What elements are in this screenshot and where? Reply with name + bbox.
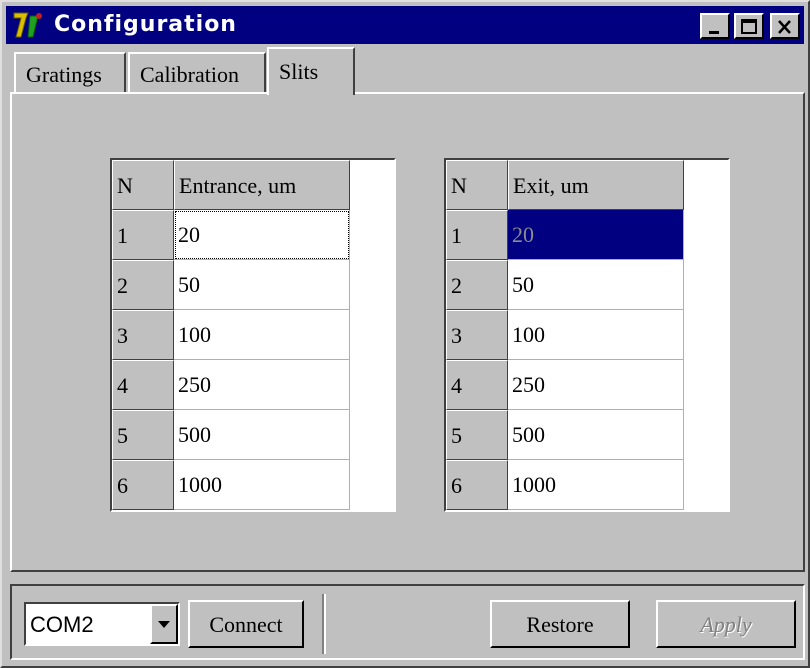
entrance-value-cell[interactable]: 50 bbox=[174, 260, 350, 310]
row-number: 5 bbox=[112, 410, 174, 460]
row-number: 6 bbox=[446, 460, 508, 510]
row-number: 6 bbox=[112, 460, 174, 510]
row-number: 3 bbox=[112, 310, 174, 360]
row-number: 3 bbox=[446, 310, 508, 360]
column-header-n[interactable]: N bbox=[112, 160, 174, 210]
row-number: 2 bbox=[112, 260, 174, 310]
exit-value-cell[interactable]: 100 bbox=[508, 310, 684, 360]
tab-slits[interactable]: Slits bbox=[267, 47, 355, 95]
app-icon bbox=[13, 12, 42, 38]
exit-value-cell[interactable]: 250 bbox=[508, 360, 684, 410]
row-number: 4 bbox=[112, 360, 174, 410]
minimize-icon bbox=[709, 31, 719, 34]
row-number: 1 bbox=[446, 210, 508, 260]
entrance-value-cell[interactable]: 250 bbox=[174, 360, 350, 410]
maximize-icon bbox=[741, 19, 757, 34]
exit-value-cell[interactable]: 1000 bbox=[508, 460, 684, 510]
row-number: 1 bbox=[112, 210, 174, 260]
restore-button[interactable]: Restore bbox=[490, 600, 630, 648]
apply-button[interactable]: Apply bbox=[656, 600, 796, 648]
exit-value-cell[interactable]: 20 bbox=[508, 210, 684, 260]
port-select[interactable]: COM2 bbox=[24, 602, 180, 646]
port-select-value: COM2 bbox=[30, 612, 94, 637]
configuration-window: Configuration Gratings Calibration Slits… bbox=[0, 0, 810, 668]
row-number: 5 bbox=[446, 410, 508, 460]
entrance-value-cell[interactable]: 500 bbox=[174, 410, 350, 460]
toolbar-separator bbox=[322, 594, 326, 654]
exit-grid[interactable]: N Exit, um 1 20 2 50 3 100 4 250 5 500 6… bbox=[444, 158, 730, 512]
entrance-value-cell[interactable]: 1000 bbox=[174, 460, 350, 510]
row-number: 2 bbox=[446, 260, 508, 310]
column-header-n[interactable]: N bbox=[446, 160, 508, 210]
row-number: 4 bbox=[446, 360, 508, 410]
maximize-button[interactable] bbox=[734, 13, 764, 39]
entrance-value-cell[interactable]: 100 bbox=[174, 310, 350, 360]
entrance-value-cell[interactable]: 20 bbox=[174, 210, 350, 260]
window-title: Configuration bbox=[54, 12, 237, 37]
close-button[interactable] bbox=[770, 13, 800, 39]
title-bar[interactable]: Configuration bbox=[6, 6, 804, 44]
chevron-down-icon bbox=[158, 621, 170, 628]
tab-gratings[interactable]: Gratings bbox=[14, 52, 126, 94]
bottom-toolbar: COM2 Connect Restore Apply bbox=[10, 584, 805, 660]
connect-button[interactable]: Connect bbox=[188, 600, 304, 648]
port-dropdown-button[interactable] bbox=[150, 604, 178, 644]
slits-panel: N Entrance, um 1 20 2 50 3 100 4 250 5 5… bbox=[10, 92, 805, 572]
tab-calibration[interactable]: Calibration bbox=[128, 52, 266, 94]
exit-value-cell[interactable]: 50 bbox=[508, 260, 684, 310]
column-header-entrance[interactable]: Entrance, um bbox=[174, 160, 350, 210]
minimize-button[interactable] bbox=[700, 13, 730, 39]
column-header-exit[interactable]: Exit, um bbox=[508, 160, 684, 210]
exit-value-cell[interactable]: 500 bbox=[508, 410, 684, 460]
close-icon bbox=[778, 20, 791, 34]
entrance-grid[interactable]: N Entrance, um 1 20 2 50 3 100 4 250 5 5… bbox=[110, 158, 396, 512]
